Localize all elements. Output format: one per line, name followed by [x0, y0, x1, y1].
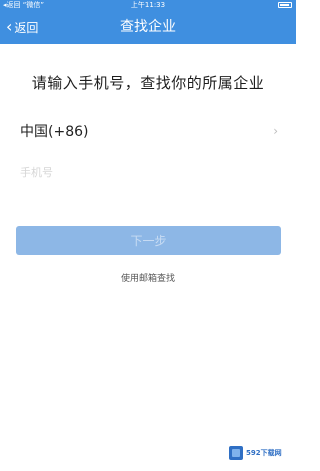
country-code-label: 中国(+86) — [20, 124, 89, 140]
nav-bar: ‹ 返回 查找企业 — [0, 10, 296, 44]
phone-input[interactable] — [20, 160, 278, 184]
status-time: 上午11:33 — [130, 1, 166, 9]
watermark-logo: 592下载网 — [229, 445, 293, 461]
search-heading: 请输入手机号，查找你的所属企业 — [31, 74, 265, 92]
status-bar: ◂返回 “微信” 上午11:33 — [0, 0, 296, 10]
page-title: 查找企业 — [120, 19, 176, 35]
watermark-text: 592下载网 — [246, 449, 282, 457]
country-code-selector[interactable]: 中国(+86) › — [20, 120, 278, 142]
email-search-link[interactable]: 使用邮箱查找 — [0, 271, 296, 284]
chevron-right-icon: › — [273, 124, 278, 138]
next-button[interactable]: 下一步 — [16, 226, 281, 255]
site-logo-icon — [229, 446, 243, 460]
battery-icon — [278, 2, 292, 8]
